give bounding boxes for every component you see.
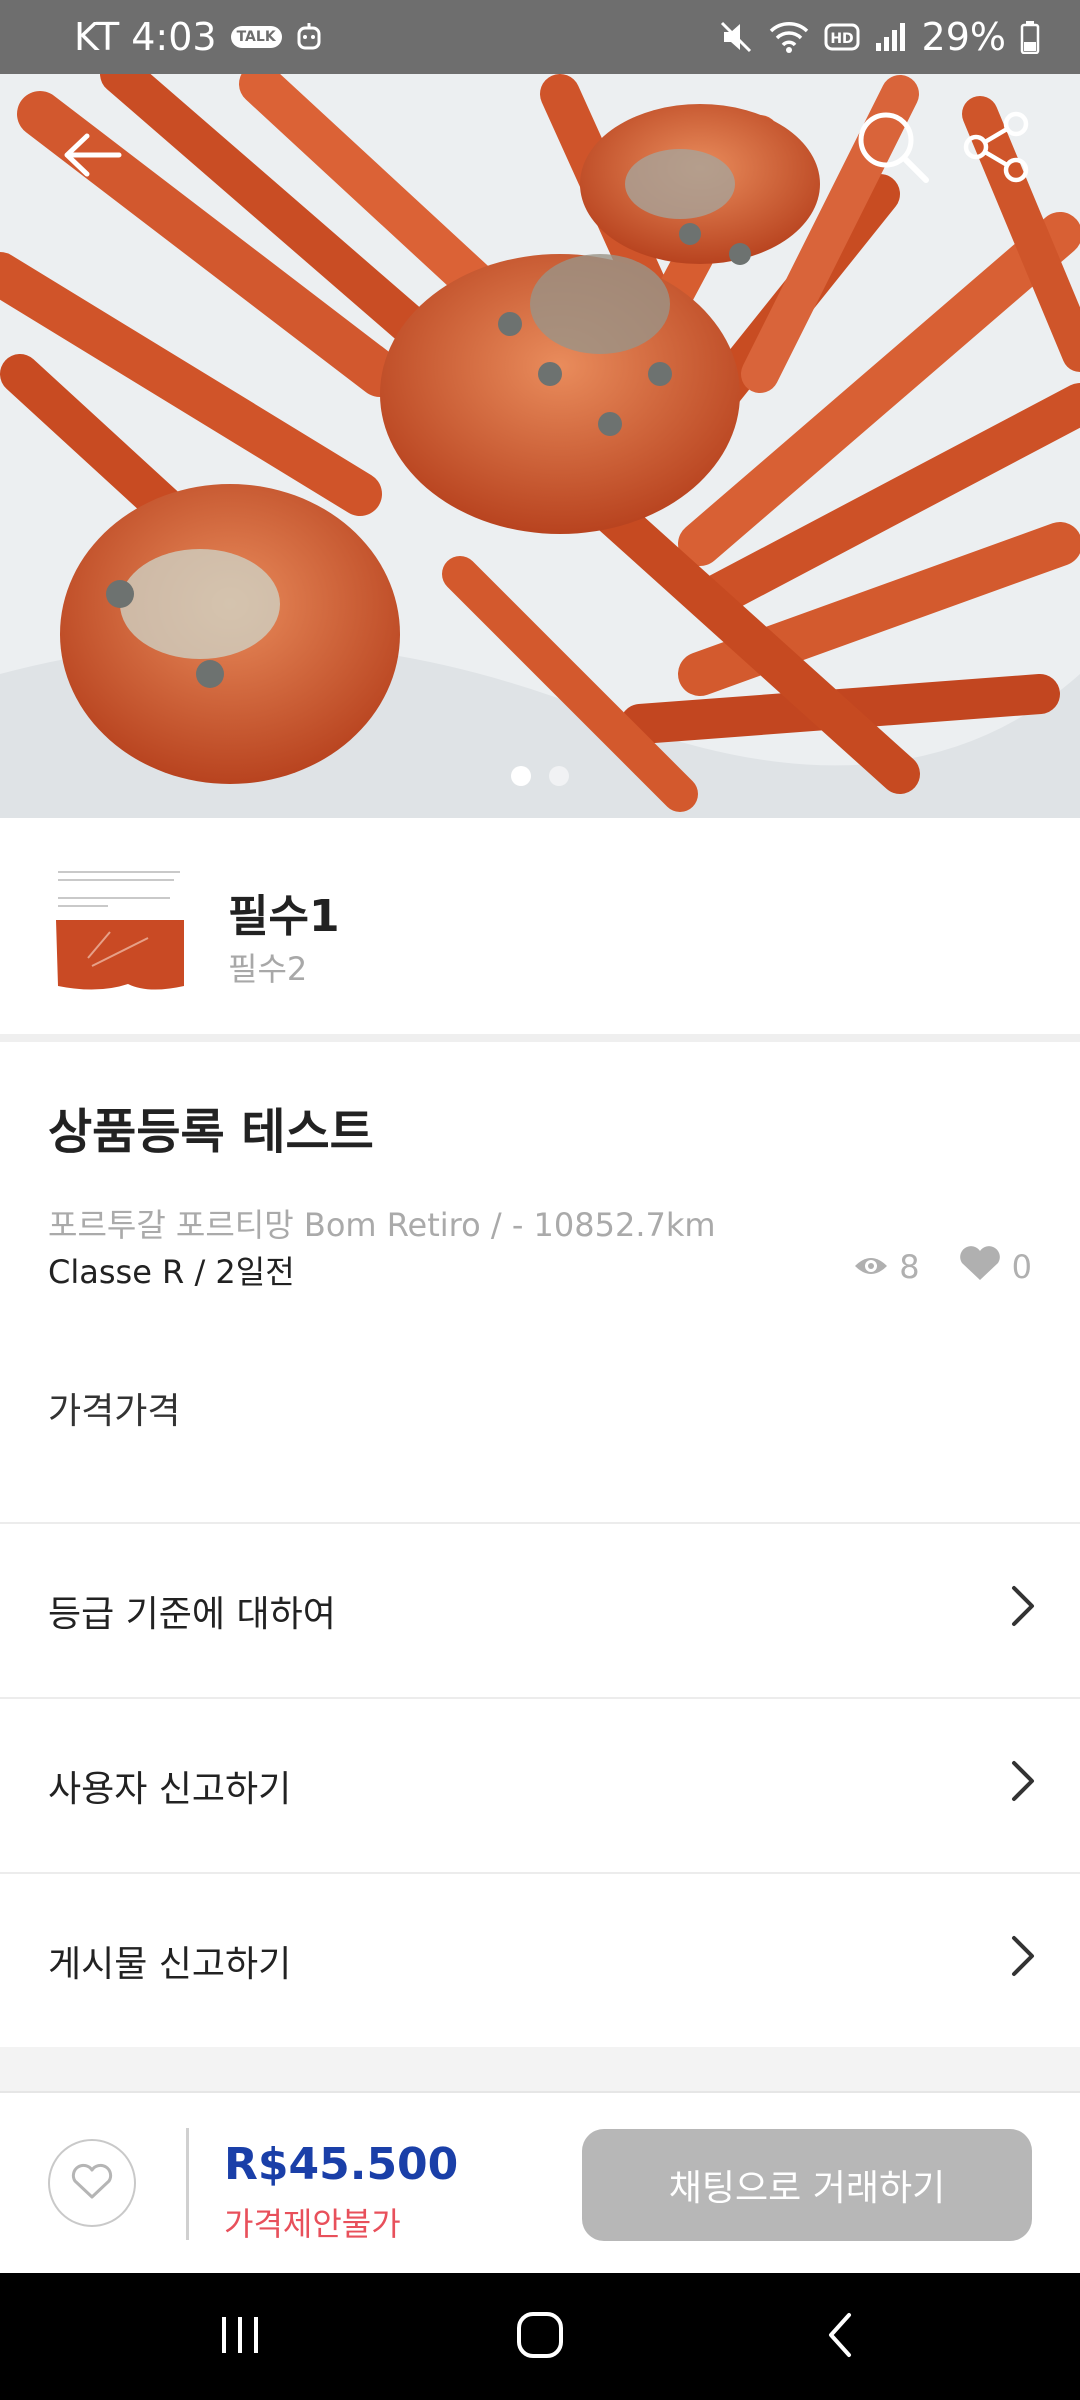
carrier-time: KT 4:03 <box>74 15 217 59</box>
heart-outline-icon <box>70 2162 114 2204</box>
menu-label: 사용자 신고하기 <box>48 1768 292 1810</box>
svg-text:HD: HD <box>830 31 853 47</box>
hd-icon: HD <box>824 22 860 52</box>
seller-name: 필수1 <box>228 891 340 942</box>
home-icon <box>515 2310 565 2364</box>
wifi-icon <box>768 20 810 54</box>
price-negotiation-note: 가격제안불가 <box>224 2205 401 2243</box>
back-nav-button[interactable] <box>780 2287 900 2387</box>
battery-icon <box>1020 20 1040 54</box>
seller-subtitle: 필수2 <box>228 950 308 988</box>
section-divider <box>0 2047 1080 2091</box>
product-price: R$45.500 <box>224 2139 459 2190</box>
status-bar: KT 4:03 TALK HD 29% <box>0 0 1080 74</box>
recents-button[interactable] <box>180 2287 300 2387</box>
signal-icon <box>874 21 908 53</box>
view-count: 8 <box>899 1248 920 1286</box>
carousel-dot-1[interactable] <box>511 766 531 786</box>
system-nav-bar <box>0 2273 1080 2400</box>
carousel-dot-2[interactable] <box>549 766 569 786</box>
recents-icon <box>218 2313 262 2361</box>
back-arrow-icon <box>59 130 123 184</box>
menu-label: 게시물 신고하기 <box>48 1943 292 1985</box>
back-chevron-icon <box>825 2311 855 2363</box>
robot-icon <box>296 22 322 52</box>
back-button[interactable] <box>46 112 136 202</box>
chevron-right-icon <box>1010 1759 1036 1812</box>
menu-label: 등급 기준에 대하여 <box>48 1593 336 1635</box>
heart-icon <box>958 1244 1002 1290</box>
menu-report-post[interactable]: 게시물 신고하기 <box>0 1872 1080 2047</box>
share-icon <box>960 110 1034 188</box>
mute-icon <box>718 19 754 55</box>
like-count: 0 <box>1011 1248 1032 1286</box>
battery-percent: 29% <box>921 15 1006 59</box>
home-button[interactable] <box>480 2287 600 2387</box>
menu-grade-criteria[interactable]: 등급 기준에 대하여 <box>0 1522 1080 1697</box>
like-button[interactable] <box>48 2139 136 2227</box>
chat-trade-button[interactable]: 채팅으로 거래하기 <box>582 2129 1032 2241</box>
chevron-right-icon <box>1010 1584 1036 1637</box>
menu-report-user[interactable]: 사용자 신고하기 <box>0 1697 1080 1872</box>
product-meta: Classe R / 2일전 <box>48 1253 295 1291</box>
product-location: 포르투갈 포르티망 Bom Retiro / - 10852.7km <box>48 1206 716 1244</box>
carousel-indicator <box>0 766 1080 786</box>
product-title: 상품등록 테스트 <box>48 1104 374 1160</box>
product-stats: 8 0 <box>853 1244 1032 1290</box>
share-button[interactable] <box>952 104 1042 194</box>
bottom-action-bar: R$45.500 가격제안불가 채팅으로 거래하기 <box>0 2091 1080 2273</box>
search-button[interactable] <box>848 104 938 194</box>
search-icon <box>854 108 932 190</box>
action-divider <box>186 2128 189 2240</box>
seller-avatar[interactable] <box>48 858 190 1000</box>
product-image-carousel[interactable] <box>0 74 1080 818</box>
eye-icon <box>853 1248 889 1286</box>
kakaotalk-icon: TALK <box>230 26 282 48</box>
chevron-right-icon <box>1010 1934 1036 1987</box>
seller-section[interactable]: 필수1 필수2 <box>0 818 1080 1042</box>
seller-thumbnail-image <box>48 858 190 1000</box>
product-description: 가격가격 <box>48 1391 181 1432</box>
